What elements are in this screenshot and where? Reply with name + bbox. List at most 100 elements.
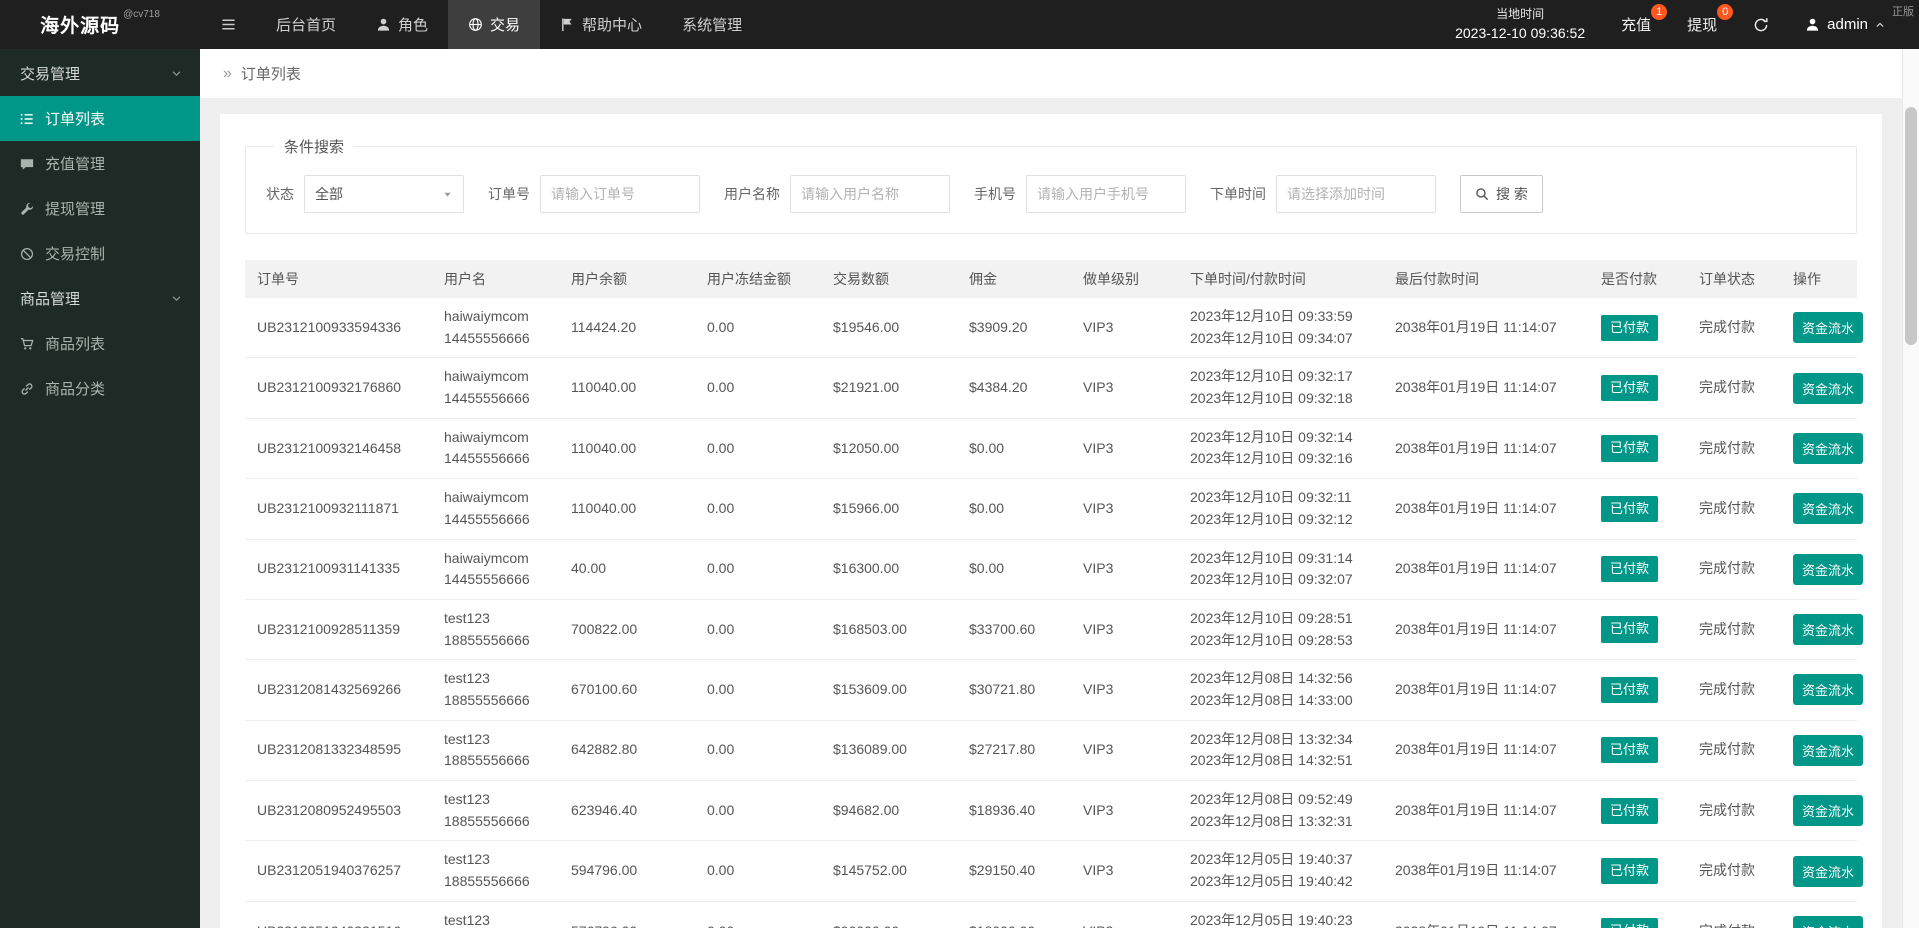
cell-times: 2023年12月10日 09:31:14 2023年12月10日 09:32:07 xyxy=(1178,539,1383,600)
cell-order-no: UB2312100931141335 xyxy=(245,539,432,600)
topnav-item[interactable]: 交易 xyxy=(448,0,541,49)
cell-commission: $18936.40 xyxy=(957,780,1071,842)
topnav-item[interactable]: 角色 xyxy=(356,0,448,49)
phone-input[interactable] xyxy=(1026,175,1186,213)
cell-last-pay-time: 2038年01月19日 11:14:07 xyxy=(1383,840,1589,902)
vertical-scrollbar[interactable] xyxy=(1902,49,1919,928)
cell-status: 完成付款 xyxy=(1687,840,1781,902)
pay-time-line: 2023年12月10日 09:32:12 xyxy=(1190,510,1353,527)
username-line: haiwaiymcom xyxy=(444,428,529,445)
cell-order-no: UB2312051940376257 xyxy=(245,840,432,902)
topnav-item[interactable]: 帮助中心 xyxy=(540,0,662,49)
cell-level: VIP3 xyxy=(1071,539,1178,600)
breadcrumb-current: 订单列表 xyxy=(240,66,301,83)
sidebar-group[interactable]: 交易管理 xyxy=(0,51,200,96)
cell-status: 完成付款 xyxy=(1687,418,1781,480)
order-no-input[interactable] xyxy=(540,175,700,213)
pay-time-line: 2023年12月10日 09:28:53 xyxy=(1190,631,1353,648)
sidebar-group[interactable]: 商品管理 xyxy=(0,276,200,321)
sidebar-item[interactable]: 订单列表 xyxy=(0,96,200,141)
refresh-button[interactable] xyxy=(1753,17,1769,33)
cell-balance: 700822.00 xyxy=(559,599,695,661)
order-no-label: 订单号 xyxy=(488,186,530,202)
cell-balance: 642882.80 xyxy=(559,720,695,782)
cell-action: 资金流水 xyxy=(1781,298,1864,359)
admin-menu[interactable]: admin xyxy=(1805,16,1885,33)
fund-flow-button[interactable]: 资金流水 xyxy=(1793,493,1864,525)
username-line: haiwaiymcom xyxy=(444,308,529,324)
cell-frozen: 0.00 xyxy=(695,418,821,480)
cell-status: 完成付款 xyxy=(1687,357,1781,419)
sidebar-item[interactable]: 商品分类 xyxy=(0,366,200,411)
sidebar-item[interactable]: 商品列表 xyxy=(0,321,200,366)
order-time-input[interactable] xyxy=(1276,175,1436,213)
cell-commission: $33700.60 xyxy=(957,599,1071,661)
admin-label: admin xyxy=(1827,16,1868,33)
topnav-item[interactable]: 系统管理 xyxy=(662,0,762,49)
pay-time-line: 2023年12月10日 09:34:07 xyxy=(1190,329,1353,346)
cell-commission: $0.00 xyxy=(957,418,1071,480)
sidebar-item[interactable]: 交易控制 xyxy=(0,231,200,276)
table-row: UB2312100932146458 haiwaiymcom 14455556666… xyxy=(245,418,1864,480)
cell-paid: 已付款 xyxy=(1589,720,1687,782)
search-icon xyxy=(1475,187,1489,201)
username-input[interactable] xyxy=(790,175,950,213)
phone-line: 18855556666 xyxy=(444,631,530,648)
fund-flow-button[interactable]: 资金流水 xyxy=(1793,915,1864,928)
search-button[interactable]: 搜 索 xyxy=(1460,175,1543,213)
cell-order-no: UB2312100933594336 xyxy=(245,298,432,359)
username-line: test123 xyxy=(444,670,490,687)
column-header: 是否付款 xyxy=(1589,260,1687,298)
fund-flow-button[interactable]: 资金流水 xyxy=(1793,614,1864,646)
cell-order-no: UB2312081332348595 xyxy=(245,720,432,782)
pay-time-line: 2023年12月08日 14:32:51 xyxy=(1190,752,1353,769)
sidebar-item[interactable]: 提现管理 xyxy=(0,186,200,231)
scrollbar-thumb[interactable] xyxy=(1905,107,1917,345)
table-row: UB2312081432569266 test123 18855556666 6701… xyxy=(245,659,1864,721)
cell-times: 2023年12月08日 09:52:49 2023年12月08日 13:32:31 xyxy=(1178,780,1383,842)
fund-flow-button[interactable]: 资金流水 xyxy=(1793,432,1864,464)
phone-line: 18855556666 xyxy=(444,812,530,829)
cell-frozen: 0.00 xyxy=(695,357,821,419)
cell-order-no: UB2312100932176860 xyxy=(245,357,432,419)
sidebar-item-label: 提现管理 xyxy=(45,201,106,218)
order-time-line: 2023年12月08日 09:52:49 xyxy=(1190,791,1353,807)
pay-time-line: 2023年12月10日 09:32:18 xyxy=(1190,390,1353,407)
column-header: 交易数额 xyxy=(821,260,957,298)
topnav-item[interactable]: 后台首页 xyxy=(256,0,356,49)
sidebar-item[interactable]: 充值管理 xyxy=(0,141,200,186)
fund-flow-button[interactable]: 资金流水 xyxy=(1793,372,1864,404)
phone-line: 14455556666 xyxy=(444,390,530,407)
cell-action: 资金流水 xyxy=(1781,780,1864,842)
cell-amount: $94682.00 xyxy=(821,780,957,842)
fund-flow-button[interactable]: 资金流水 xyxy=(1793,312,1864,344)
main-area: 条件搜索 状态 全部 订单号 请输入订单号 用户名称 请输入用户名称 手机号 请… xyxy=(200,98,1902,928)
menu-toggle[interactable] xyxy=(200,0,256,49)
fund-flow-button[interactable]: 资金流水 xyxy=(1793,553,1864,585)
cell-paid: 已付款 xyxy=(1589,357,1687,419)
status-filter: 状态 全部 xyxy=(266,175,464,213)
fund-flow-button[interactable]: 资金流水 xyxy=(1793,855,1864,887)
order-time-line: 2023年12月10日 09:32:11 xyxy=(1190,489,1352,506)
phone-line: 14455556666 xyxy=(444,510,530,527)
cell-amount: $16300.00 xyxy=(821,539,957,600)
panel: 条件搜索 状态 全部 订单号 请输入订单号 用户名称 请输入用户名称 手机号 请… xyxy=(220,114,1882,928)
withdraw-link[interactable]: 提现 0 xyxy=(1687,4,1734,35)
paid-status-badge: 已付款 xyxy=(1601,857,1659,885)
cell-commission: $0.00 xyxy=(957,539,1071,600)
recharge-link[interactable]: 充值 1 xyxy=(1621,4,1668,35)
cell-amount: $168503.00 xyxy=(821,599,957,661)
cell-paid: 已付款 xyxy=(1589,840,1687,902)
sidebar-group-label: 商品管理 xyxy=(20,291,81,308)
cell-last-pay-time: 2038年01月19日 11:14:07 xyxy=(1383,478,1589,540)
cell-balance: 110040.00 xyxy=(559,357,695,419)
fund-flow-button[interactable]: 资金流水 xyxy=(1793,795,1864,827)
fund-flow-button[interactable]: 资金流水 xyxy=(1793,734,1864,766)
fund-flow-button[interactable]: 资金流水 xyxy=(1793,674,1864,706)
cell-commission: $18000.00 xyxy=(957,901,1071,928)
cell-level: VIP3 xyxy=(1071,357,1178,419)
cell-username: test123 18855556666 xyxy=(432,599,559,661)
status-select[interactable]: 全部 xyxy=(304,175,464,213)
column-header: 订单号 xyxy=(245,260,432,298)
cell-commission: $0.00 xyxy=(957,478,1071,540)
